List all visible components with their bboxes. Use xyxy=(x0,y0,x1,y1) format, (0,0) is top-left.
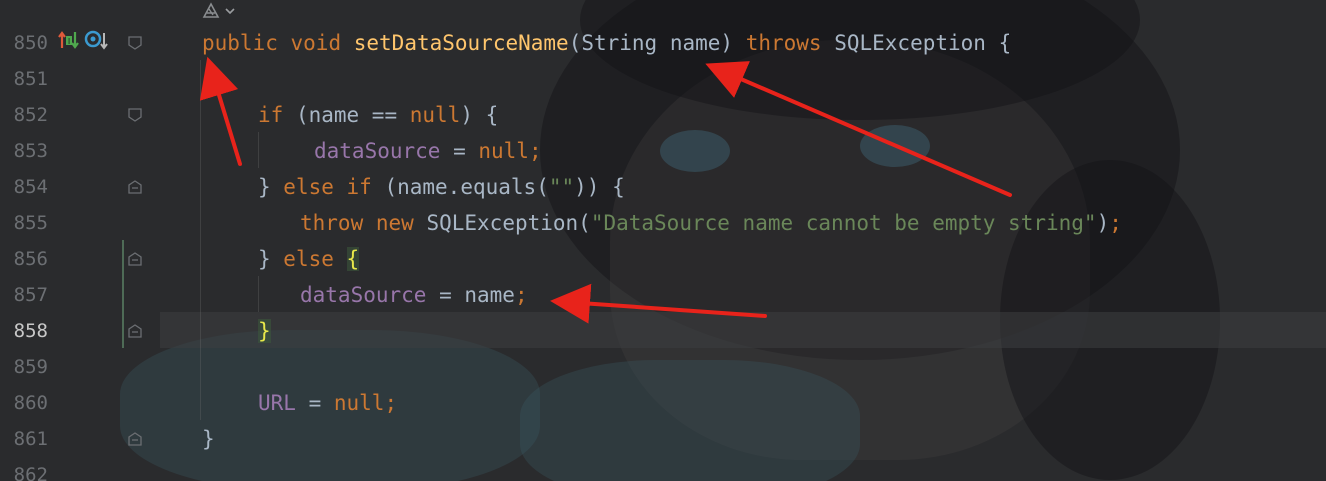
keyword: new xyxy=(375,211,414,235)
code-text: } xyxy=(258,175,284,199)
line-number: 860 xyxy=(13,392,48,414)
svg-text:I: I xyxy=(68,37,70,46)
line-number: 856 xyxy=(13,248,48,270)
code-text: (name.equals( xyxy=(371,175,549,199)
code-line-854[interactable]: } else if (name.equals("")) { xyxy=(258,169,625,205)
indent-guide xyxy=(258,276,259,312)
code-text: (name == xyxy=(283,103,410,127)
code-line-855[interactable]: throw new SQLException("DataSource name … xyxy=(300,205,1122,241)
code-text: = xyxy=(440,139,479,163)
code-text: = xyxy=(295,391,334,415)
code-text: = name xyxy=(426,283,515,307)
code-text: } xyxy=(258,247,284,271)
code-area[interactable]: public void setDataSourceName(String nam… xyxy=(160,0,1326,481)
indent-guide xyxy=(200,60,201,420)
line-number-current: 858 xyxy=(13,320,48,342)
field-ref: URL xyxy=(258,391,296,415)
keyword: if xyxy=(346,175,372,199)
line-number: 857 xyxy=(13,284,48,306)
code-line-853[interactable]: dataSource = null; xyxy=(314,133,542,169)
code-line-852[interactable]: if (name == null) { xyxy=(258,97,498,133)
code-text: SQLException( xyxy=(413,211,591,235)
keyword: null xyxy=(478,139,529,163)
fold-collapse-icon[interactable] xyxy=(128,36,142,50)
keyword: else xyxy=(283,175,334,199)
code-text: SQLException { xyxy=(821,31,1012,55)
line-number: 862 xyxy=(13,464,48,481)
keyword: null xyxy=(409,103,461,127)
code-line-860[interactable]: URL = null; xyxy=(258,385,397,421)
field-ref: dataSource xyxy=(300,283,427,307)
keyword: else xyxy=(283,247,334,271)
line-number: 852 xyxy=(13,104,48,126)
code-line-857[interactable]: dataSource = name; xyxy=(300,277,528,313)
fold-end-icon[interactable] xyxy=(128,252,142,266)
semicolon: ; xyxy=(384,391,398,415)
line-number: 851 xyxy=(13,68,48,90)
field-ref: dataSource xyxy=(314,139,441,163)
code-text: (String name) xyxy=(568,31,746,55)
line-number: 850 xyxy=(13,32,48,54)
semicolon: ; xyxy=(1109,211,1122,235)
code-line-858[interactable]: } xyxy=(258,313,271,349)
fold-end-icon[interactable] xyxy=(128,432,142,446)
matched-brace: { xyxy=(346,247,360,271)
code-editor[interactable]: 850 851 852 853 854 855 856 857 858 859 … xyxy=(0,0,1326,481)
keyword: public xyxy=(202,31,278,55)
string-literal: "" xyxy=(548,175,575,199)
line-number: 854 xyxy=(13,176,48,198)
editor-gutter: 850 851 852 853 854 855 856 857 858 859 … xyxy=(0,0,160,481)
keyword: if xyxy=(258,103,284,127)
string-literal: "DataSource name cannot be empty string" xyxy=(590,211,1097,235)
method-name: setDataSourceName xyxy=(353,31,569,55)
keyword: throw xyxy=(300,211,364,235)
code-line-861[interactable]: } xyxy=(202,421,215,457)
code-text: )) { xyxy=(574,175,625,199)
code-text: } xyxy=(202,427,215,451)
semicolon: ; xyxy=(514,283,528,307)
code-text: ) { xyxy=(460,103,499,127)
keyword: void xyxy=(290,31,342,55)
keyword: throws xyxy=(745,31,822,55)
code-text: ) xyxy=(1096,211,1110,235)
implement-icon[interactable] xyxy=(84,28,108,56)
matched-brace: } xyxy=(258,319,271,343)
fold-end-icon[interactable] xyxy=(128,324,142,338)
line-number: 855 xyxy=(13,212,48,234)
code-line-856[interactable]: } else { xyxy=(258,241,360,277)
code-line-850[interactable]: public void setDataSourceName(String nam… xyxy=(202,25,1011,61)
line-number: 861 xyxy=(13,428,48,450)
fold-end-icon[interactable] xyxy=(128,180,142,194)
semicolon: ; xyxy=(528,139,542,163)
current-line-highlight xyxy=(160,312,1326,348)
override-icon[interactable]: I xyxy=(58,28,80,56)
indent-guide xyxy=(258,132,259,168)
line-number: 859 xyxy=(13,356,48,378)
fold-collapse-icon[interactable] xyxy=(128,108,142,122)
line-number: 853 xyxy=(13,140,48,162)
keyword: null xyxy=(333,391,385,415)
